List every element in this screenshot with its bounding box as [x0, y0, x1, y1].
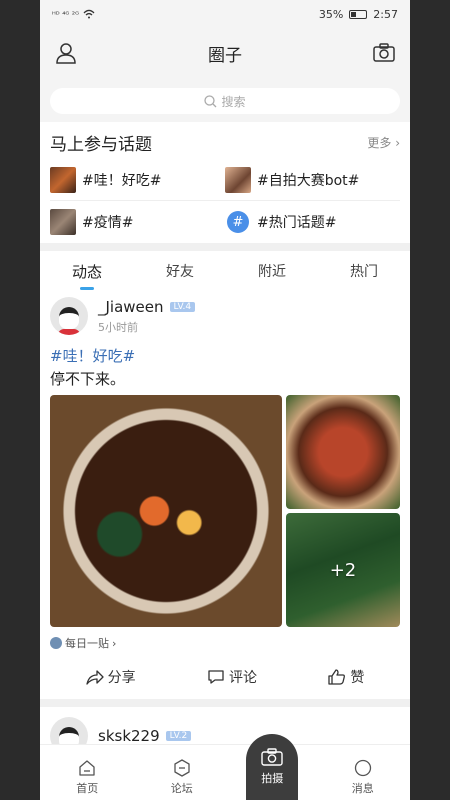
tab-dynamic[interactable]: 动态 [72, 261, 102, 282]
nav-shoot[interactable]: 拍摄 [246, 734, 299, 800]
search-placeholder: 搜索 [221, 94, 246, 109]
post-photo[interactable] [286, 395, 400, 509]
comment-label: 评论 [228, 670, 257, 686]
chevron-right-icon: › [112, 636, 117, 650]
search-icon [204, 94, 217, 107]
search-input[interactable]: 搜索 [50, 88, 400, 114]
user-icon[interactable] [54, 41, 78, 65]
more-label: 更多 [367, 136, 392, 150]
home-icon [79, 760, 95, 776]
username[interactable]: sksk229 [98, 727, 160, 745]
topics-header: 马上参与话题 更多 › [40, 122, 410, 159]
hashtag-icon: # [227, 211, 249, 233]
avatar[interactable] [50, 297, 88, 335]
post-author[interactable]: _Jiaween LV.4 5小时前 [50, 297, 400, 335]
message-icon [354, 759, 371, 777]
tab-friends[interactable]: 好友 [166, 261, 194, 281]
feed-post: _Jiaween LV.4 5小时前 #哇！好吃# 停不下来。 +2 每日一贴 … [40, 291, 410, 699]
topic-item[interactable]: # #热门话题# [225, 201, 400, 243]
nav-home[interactable]: 首页 [57, 758, 117, 796]
post-hashtag[interactable]: #哇！好吃# [50, 345, 400, 366]
topic-item[interactable]: #自拍大赛bot# [225, 159, 400, 201]
top-bar: 圈子 [40, 28, 410, 78]
camera-icon [261, 748, 283, 766]
like-label: 赞 [350, 670, 365, 686]
post-photo[interactable] [50, 395, 282, 627]
feed-tabs: 动态 好友 附近 热门 [40, 251, 410, 291]
thumbs-up-icon [328, 669, 346, 685]
photo-grid: +2 [50, 395, 400, 627]
level-badge: LV.4 [169, 301, 196, 312]
nav-messages[interactable]: 消息 [333, 758, 393, 796]
more-topics-link[interactable]: 更多 › [367, 134, 400, 151]
more-photos-count: +2 [329, 559, 357, 581]
topic-thumbnail [225, 166, 251, 193]
comment-icon [208, 670, 224, 684]
forum-icon [174, 759, 190, 777]
post-text: 停不下来。 [50, 370, 126, 388]
tab-nearby[interactable]: 附近 [258, 261, 286, 281]
app-screen: ᴴᴰ ⁴ᴳ ²ᴳ 35% 2:57 圈子 搜索 马上参与话题 更多 › #哇！好… [40, 0, 410, 800]
page-title: 圈子 [208, 45, 242, 66]
share-label: 分享 [107, 670, 136, 686]
nav-forum[interactable]: 论坛 [152, 758, 212, 796]
status-bar: ᴴᴰ ⁴ᴳ ²ᴳ 35% 2:57 [40, 0, 410, 28]
signal-indicators: ᴴᴰ ⁴ᴳ ²ᴳ [52, 9, 95, 19]
post-photo[interactable]: +2 [286, 513, 400, 627]
post-source[interactable]: 每日一贴 › [50, 635, 400, 651]
clock: 2:57 [373, 7, 398, 21]
search-area: 搜索 [40, 78, 410, 122]
bottom-nav: 首页 论坛 拍摄 消息 [40, 734, 410, 800]
like-button[interactable]: 赞 [328, 667, 364, 687]
wifi-icon [83, 9, 95, 19]
divider [40, 243, 410, 251]
share-button[interactable]: 分享 [86, 667, 136, 687]
topic-label: #热门话题# [257, 215, 337, 231]
source-label: 每日一贴 [65, 637, 109, 650]
tab-hot[interactable]: 热门 [350, 261, 378, 281]
post-actions: 分享 评论 赞 [50, 655, 400, 699]
topic-label: #自拍大赛bot# [257, 172, 360, 189]
post-time: 5小时前 [98, 320, 138, 334]
comment-button[interactable]: 评论 [207, 667, 257, 687]
level-badge: LV.2 [165, 731, 192, 741]
topic-thumbnail [50, 166, 76, 193]
topic-grid: #哇！好吃# #自拍大赛bot# #疫情# # #热门话题# [40, 159, 410, 243]
signal-text: ᴴᴰ ⁴ᴳ ²ᴳ [52, 9, 79, 19]
battery-icon [349, 9, 368, 19]
source-icon [50, 637, 62, 649]
camera-icon[interactable] [372, 41, 396, 65]
nav-home-label: 首页 [76, 782, 99, 795]
divider [40, 699, 410, 707]
nav-messages-label: 消息 [351, 782, 374, 795]
topic-item[interactable]: #疫情# [50, 201, 225, 243]
topic-label: #疫情# [82, 215, 134, 231]
topic-label: #哇！好吃# [82, 172, 162, 189]
username[interactable]: _Jiaween [98, 298, 164, 316]
topic-item[interactable]: #哇！好吃# [50, 159, 225, 201]
share-icon [86, 670, 104, 685]
topic-thumbnail [50, 209, 76, 235]
nav-forum-label: 论坛 [170, 782, 193, 795]
topics-heading: 马上参与话题 [50, 135, 152, 155]
battery-percent: 35% [318, 7, 344, 21]
nav-shoot-label: 拍摄 [261, 772, 284, 785]
